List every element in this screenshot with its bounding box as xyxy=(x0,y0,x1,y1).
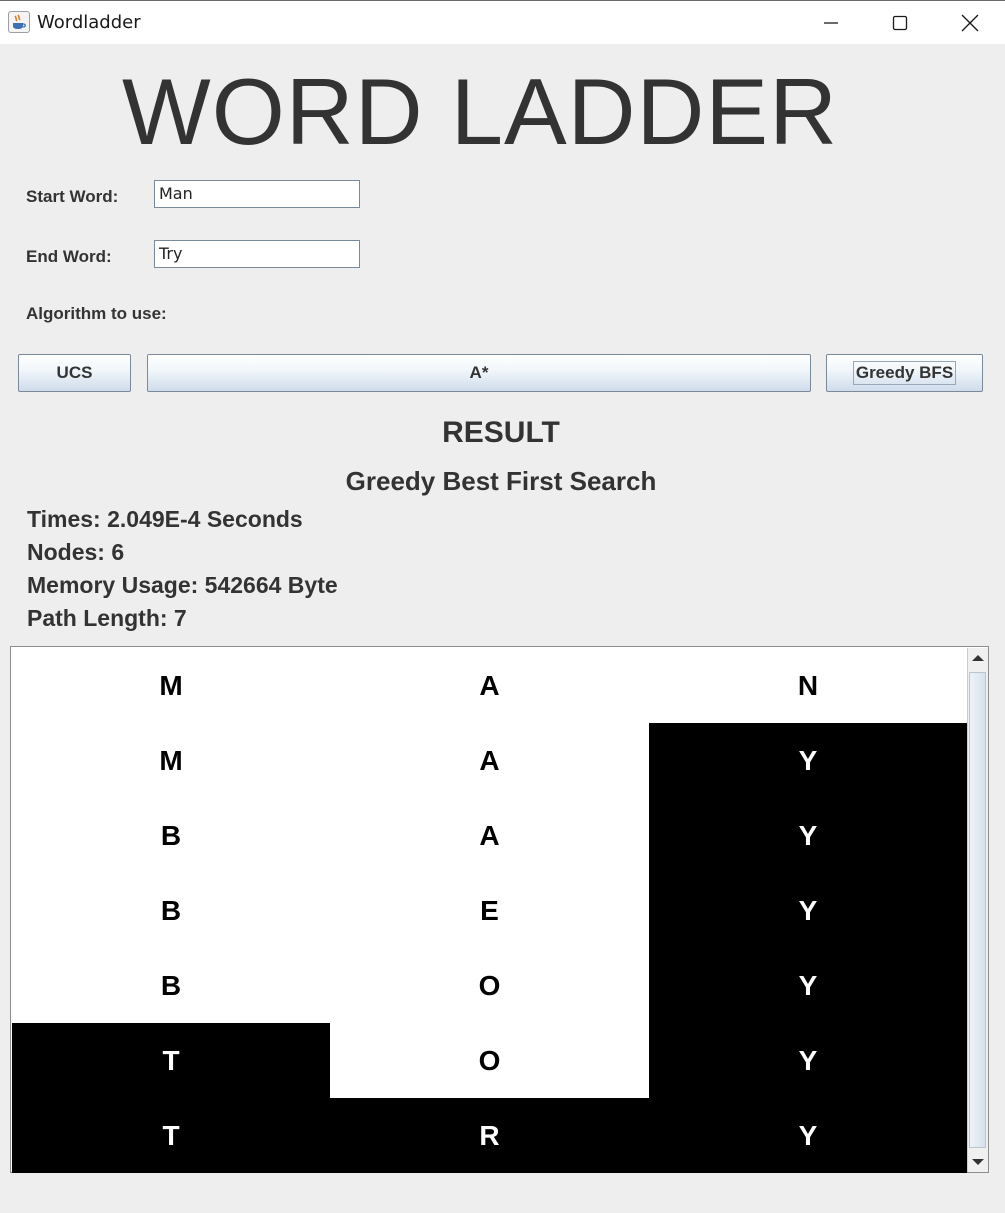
ladder-cell: B xyxy=(12,948,330,1023)
time-stat: Times: 2.049E-4 Seconds xyxy=(27,506,303,532)
ladder-cell: Y xyxy=(649,948,967,1023)
end-word-input[interactable]: Try xyxy=(154,240,360,268)
ladder-cell: Y xyxy=(649,1098,967,1173)
java-cup-icon xyxy=(8,11,30,33)
window-title: Wordladder xyxy=(37,12,141,33)
astar-button[interactable]: A* xyxy=(147,354,811,392)
ladder-cell: A xyxy=(330,798,649,873)
maximize-icon xyxy=(892,15,908,31)
end-word-label: End Word: xyxy=(26,247,112,266)
triangle-down-icon xyxy=(972,1159,984,1165)
ladder-cell: M xyxy=(12,723,330,798)
nodes-stat: Nodes: 6 xyxy=(27,539,125,565)
app-title: WORD LADDER xyxy=(121,59,839,164)
ucs-button[interactable]: UCS xyxy=(18,354,131,392)
ladder-cell: Y xyxy=(649,723,967,798)
ladder-cell: B xyxy=(12,873,330,948)
scroll-up-arrow[interactable] xyxy=(968,648,988,668)
ladder-cell: O xyxy=(330,948,649,1023)
scroll-down-arrow[interactable] xyxy=(968,1152,988,1172)
algorithm-label: Algorithm to use: xyxy=(26,304,167,323)
ladder-cell: Y xyxy=(649,798,967,873)
ladder-cell: T xyxy=(12,1098,330,1173)
memory-stat: Memory Usage: 542664 Byte xyxy=(27,572,338,598)
ladder-cell: N xyxy=(649,648,967,723)
close-button[interactable] xyxy=(935,1,1005,45)
greedy-bfs-label: Greedy BFS xyxy=(852,361,957,385)
start-word-label: Start Word: xyxy=(26,187,119,206)
ladder-cell: E xyxy=(330,873,649,948)
ladder-cell: A xyxy=(330,648,649,723)
vertical-scrollbar[interactable] xyxy=(967,648,988,1172)
ladder-cell: A xyxy=(330,723,649,798)
ladder-cell: R xyxy=(330,1098,649,1173)
minimize-button[interactable] xyxy=(796,1,866,45)
ladder-scroll-pane[interactable]: MANMAYBAYBEYBOYTOYTRY xyxy=(10,646,989,1173)
window-titlebar[interactable]: Wordladder xyxy=(0,0,1005,44)
ladder-cell: T xyxy=(12,1023,330,1098)
path-length-stat: Path Length: 7 xyxy=(27,605,187,631)
close-icon xyxy=(961,14,979,32)
ladder-cell: O xyxy=(330,1023,649,1098)
minimize-icon xyxy=(824,22,838,24)
result-heading: RESULT xyxy=(442,416,560,449)
start-word-input[interactable]: Man xyxy=(154,180,360,208)
ladder-grid: MANMAYBAYBEYBOYTOYTRY xyxy=(12,648,967,1173)
triangle-up-icon xyxy=(972,655,984,661)
maximize-button[interactable] xyxy=(865,1,935,45)
scrollbar-thumb[interactable] xyxy=(969,672,986,1148)
ladder-cell: Y xyxy=(649,1023,967,1098)
ladder-cell: B xyxy=(12,798,330,873)
ladder-cell: M xyxy=(12,648,330,723)
ladder-cell: Y xyxy=(649,873,967,948)
algorithm-name: Greedy Best First Search xyxy=(345,466,657,496)
greedy-bfs-button[interactable]: Greedy BFS xyxy=(826,354,983,392)
